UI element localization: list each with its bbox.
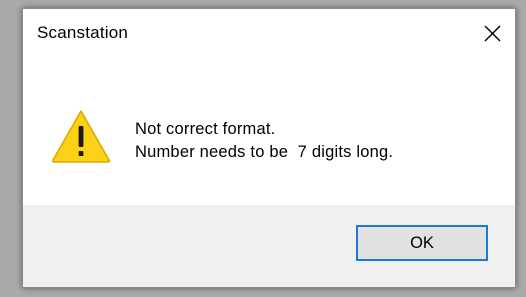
- dialog-body: Not correct format. Number needs to be 7…: [23, 57, 515, 205]
- close-button[interactable]: [469, 9, 515, 57]
- dialog-footer: OK: [23, 205, 515, 287]
- warning-icon: [50, 108, 112, 164]
- title-bar[interactable]: Scanstation: [23, 9, 515, 57]
- ok-button[interactable]: OK: [356, 225, 488, 261]
- message-line: Number needs to be 7 digits long.: [135, 143, 394, 161]
- message-line: Not correct format.: [135, 120, 276, 138]
- dialog-title: Scanstation: [37, 23, 129, 42]
- message-dialog: Scanstation Not correct format. Number n…: [22, 8, 516, 288]
- close-icon: [484, 25, 501, 42]
- dialog-message: Not correct format. Number needs to be 7…: [135, 118, 393, 164]
